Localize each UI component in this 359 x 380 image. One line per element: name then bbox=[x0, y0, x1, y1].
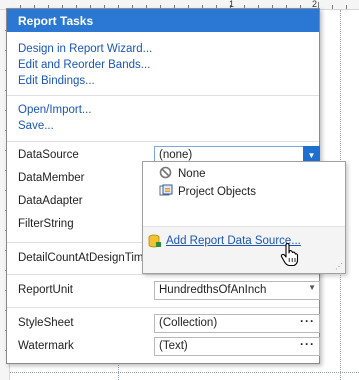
datamember-label: DataMember bbox=[18, 172, 85, 184]
stylesheet-row: StyleSheet (Collection) ··· bbox=[18, 312, 320, 335]
hand-cursor-icon bbox=[280, 243, 299, 267]
reportunit-row: ReportUnit HundredthsOfAnInch ▼ bbox=[18, 279, 320, 302]
dropdown-footer: Add Report Data Source... ⋰ bbox=[143, 227, 345, 273]
design-in-report-wizard-link[interactable]: Design in Report Wizard... bbox=[18, 41, 319, 57]
reportunit-label: ReportUnit bbox=[18, 284, 73, 296]
watermark-row: Watermark (Text) ··· bbox=[18, 335, 320, 358]
datasource-label: DataSource bbox=[18, 149, 79, 161]
dropdown-item-project-objects[interactable]: Project Objects bbox=[159, 184, 256, 200]
dropdown-item-label: None bbox=[178, 168, 206, 180]
stylesheet-field[interactable]: (Collection) ··· bbox=[154, 314, 320, 333]
panel-title: Report Tasks bbox=[7, 9, 319, 32]
ruler-tick bbox=[332, 5, 333, 9]
edit-and-reorder-bands-link[interactable]: Edit and Reorder Bands... bbox=[18, 57, 319, 73]
ellipsis-icon[interactable]: ··· bbox=[300, 314, 315, 328]
ruler-tick bbox=[346, 5, 347, 9]
divider bbox=[7, 307, 319, 308]
stylesheet-label: StyleSheet bbox=[18, 317, 74, 329]
detailcount-label: DetailCountAtDesignTime bbox=[18, 252, 150, 264]
divider bbox=[7, 141, 319, 142]
reportunit-value: HundredthsOfAnInch bbox=[159, 284, 267, 296]
datasource-dropdown-list: None Project Objects Add Report Data Sou… bbox=[142, 161, 346, 274]
project-objects-icon bbox=[159, 184, 173, 197]
save-link[interactable]: Save... bbox=[18, 118, 319, 134]
watermark-field[interactable]: (Text) ··· bbox=[154, 337, 320, 356]
none-icon bbox=[159, 166, 173, 179]
database-add-icon bbox=[148, 234, 161, 251]
filterstring-label: FilterString bbox=[18, 218, 74, 230]
dropdown-item-none[interactable]: None bbox=[159, 166, 206, 182]
watermark-value: (Text) bbox=[159, 340, 188, 352]
datasource-value: (none) bbox=[159, 149, 193, 161]
dataadapter-label: DataAdapter bbox=[18, 195, 83, 207]
edit-bindings-link[interactable]: Edit Bindings... bbox=[18, 73, 319, 89]
dropdown-item-label: Project Objects bbox=[178, 186, 256, 198]
chevron-down-icon[interactable]: ▼ bbox=[308, 283, 316, 292]
stylesheet-value: (Collection) bbox=[159, 317, 218, 329]
divider bbox=[7, 274, 319, 275]
ellipsis-icon[interactable]: ··· bbox=[300, 337, 315, 351]
open-import-link[interactable]: Open/Import... bbox=[18, 102, 319, 118]
band-guide bbox=[10, 372, 359, 373]
watermark-label: Watermark bbox=[18, 340, 74, 352]
reportunit-dropdown[interactable]: HundredthsOfAnInch ▼ bbox=[154, 281, 320, 300]
resize-grip-icon[interactable]: ⋰ bbox=[335, 262, 343, 271]
